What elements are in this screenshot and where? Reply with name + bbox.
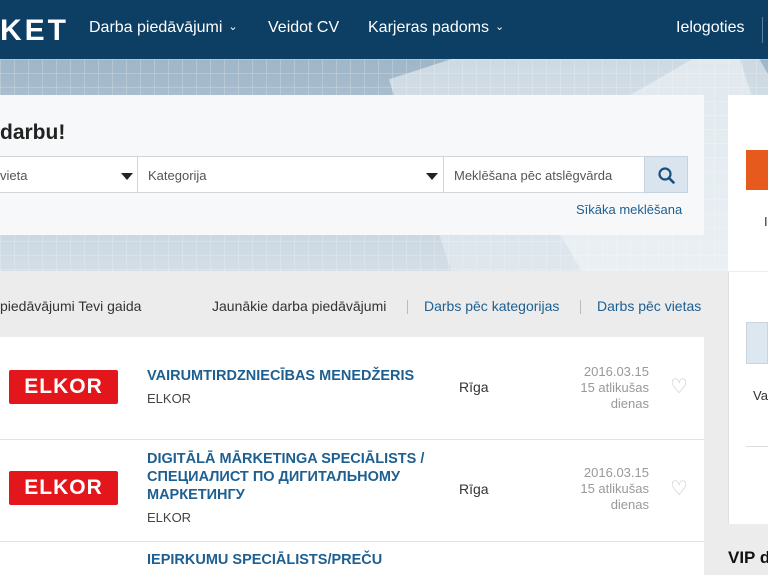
sidebar-text-fragment: Va bbox=[753, 388, 768, 403]
nav-item-label: Darba piedāvājumi bbox=[89, 19, 223, 36]
caret-down-icon bbox=[121, 173, 133, 180]
heart-icon[interactable]: ♡ bbox=[670, 374, 688, 399]
company-logo[interactable]: ELKOR bbox=[9, 370, 118, 404]
company-name: ELKOR bbox=[147, 510, 192, 525]
tab-latest-jobs[interactable]: Jaunākie darba piedāvājumi bbox=[212, 298, 386, 314]
nav-item-label: Karjeras padoms bbox=[368, 19, 489, 36]
divider bbox=[746, 446, 768, 447]
site-logo[interactable]: KET bbox=[0, 14, 69, 48]
nav-item-label: Veidot CV bbox=[268, 19, 340, 36]
heart-icon[interactable]: ♡ bbox=[670, 476, 688, 501]
job-title-link[interactable]: IEPIRKUMU SPECIĀLISTS/PREČU bbox=[147, 551, 447, 569]
search-icon bbox=[658, 167, 675, 184]
sidebar-button[interactable] bbox=[746, 322, 768, 364]
top-navigation-bar: KET Darba piedāvājumi ⌄ Veidot CV Karjera… bbox=[0, 0, 768, 59]
chevron-down-icon: ⌄ bbox=[228, 21, 238, 33]
category-select[interactable]: Kategorija bbox=[137, 156, 444, 193]
caret-down-icon bbox=[426, 173, 438, 180]
cta-button[interactable] bbox=[746, 150, 768, 190]
job-meta: 2016.03.15 15 atlikušas dienas bbox=[560, 364, 649, 412]
company-name: ELKOR bbox=[147, 391, 192, 406]
job-listing[interactable]: ELKOR DIGITĀLĀ MĀRKETINGA SPECIĀLISTS / … bbox=[0, 440, 704, 542]
nav-item-career-advice[interactable]: Karjeras padoms ⌄ bbox=[368, 19, 504, 37]
location-value: vieta bbox=[0, 168, 28, 183]
days-left: 15 atlikušas dienas bbox=[580, 380, 649, 411]
tab-separator bbox=[407, 300, 408, 314]
advanced-search-link[interactable]: Sīkāka meklēšana bbox=[576, 202, 682, 217]
job-location: Rīga bbox=[459, 379, 489, 395]
listings-intro-text: piedāvājumi Tevi gaida bbox=[0, 298, 142, 314]
nav-item-create-cv[interactable]: Veidot CV bbox=[268, 19, 339, 37]
search-title: darbu! bbox=[0, 121, 66, 144]
job-title-link[interactable]: VAIRUMTIRDZNIECĪBAS MENEDŽERIS bbox=[147, 367, 447, 385]
job-title-link[interactable]: DIGITĀLĀ MĀRKETINGA SPECIĀLISTS / СПЕЦИА… bbox=[147, 450, 447, 504]
job-date: 2016.03.15 bbox=[583, 465, 649, 480]
job-location: Rīga bbox=[459, 481, 489, 497]
sidebar-text-fragment: I bbox=[764, 214, 768, 229]
search-button[interactable] bbox=[644, 156, 688, 193]
keyword-placeholder: Meklēšana pēc atslēgvārda bbox=[454, 168, 613, 183]
vip-heading: VIP d bbox=[728, 548, 768, 567]
days-left: 15 atlikušas dienas bbox=[580, 481, 649, 512]
nav-item-job-offers[interactable]: Darba piedāvājumi ⌄ bbox=[89, 19, 238, 37]
nav-divider bbox=[762, 17, 763, 43]
tab-separator bbox=[580, 300, 581, 314]
job-listing[interactable]: IEPIRKUMU SPECIĀLISTS/PREČU bbox=[0, 542, 704, 575]
job-date: 2016.03.15 bbox=[583, 364, 649, 379]
login-link[interactable]: Ielogoties bbox=[676, 19, 745, 37]
job-listing[interactable]: ELKOR VAIRUMTIRDZNIECĪBAS MENEDŽERIS ELK… bbox=[0, 337, 704, 440]
category-value: Kategorija bbox=[148, 168, 207, 183]
tab-jobs-by-location[interactable]: Darbs pēc vietas bbox=[597, 298, 701, 314]
location-select[interactable]: vieta bbox=[0, 156, 138, 193]
chevron-down-icon: ⌄ bbox=[494, 21, 505, 33]
tab-jobs-by-category[interactable]: Darbs pēc kategorijas bbox=[424, 298, 559, 314]
job-meta: 2016.03.15 15 atlikušas dienas bbox=[560, 465, 649, 513]
company-logo[interactable]: ELKOR bbox=[9, 471, 118, 505]
keyword-search-input[interactable]: Meklēšana pēc atslēgvārda bbox=[443, 156, 645, 193]
